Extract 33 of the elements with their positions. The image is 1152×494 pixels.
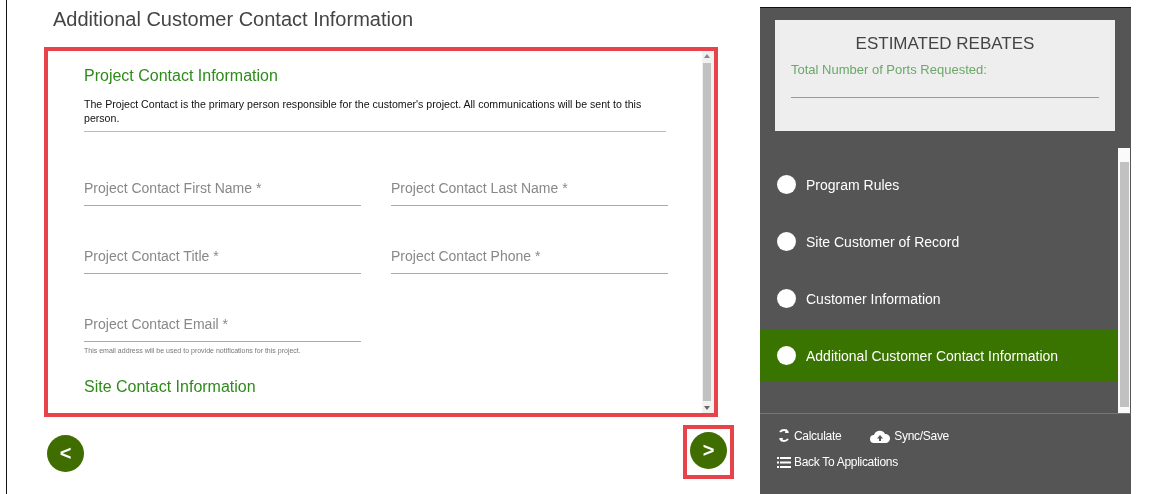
step-label: Site Customer of Record bbox=[806, 233, 960, 250]
ports-label: Total Number of Ports Requested: bbox=[791, 62, 1099, 98]
step-item[interactable]: Program Rules bbox=[760, 158, 1118, 211]
back-link[interactable]: Back To Applications bbox=[777, 455, 1131, 469]
step-label: Customer Information bbox=[806, 290, 941, 307]
text-field[interactable]: Project Contact Email * bbox=[84, 302, 361, 342]
step-item[interactable]: Site Customer of Record bbox=[760, 215, 1118, 268]
radio-icon bbox=[777, 175, 796, 194]
scrollbar[interactable] bbox=[1118, 148, 1130, 413]
step-label: Additional Customer Contact Information bbox=[806, 347, 1059, 364]
text-field[interactable]: Project Contact Last Name * bbox=[391, 166, 668, 206]
page-title: Additional Customer Contact Information bbox=[53, 8, 415, 32]
text-field[interactable]: Project Contact First Name * bbox=[84, 166, 361, 206]
step-item[interactable]: Customer Information bbox=[760, 272, 1118, 325]
section-heading: Project Contact Information bbox=[84, 67, 279, 85]
list-icon bbox=[777, 456, 791, 468]
radio-icon bbox=[777, 346, 796, 365]
radio-icon bbox=[777, 232, 796, 251]
text-field[interactable]: Project Contact Title * bbox=[84, 234, 361, 274]
calculate-button[interactable]: Calculate bbox=[777, 428, 842, 443]
back-button[interactable]: < bbox=[47, 435, 84, 472]
step-label: Program Rules bbox=[806, 176, 900, 193]
sync-button[interactable]: Sync/Save bbox=[869, 428, 949, 443]
section-heading: Site Contact Information bbox=[84, 378, 257, 396]
card-title: ESTIMATED REBATES bbox=[854, 34, 1036, 54]
refresh-icon bbox=[777, 428, 791, 443]
text-field[interactable]: Project Contact Phone * bbox=[391, 234, 668, 274]
step-item[interactable]: Additional Customer Contact Information bbox=[760, 329, 1118, 382]
next-button[interactable]: > bbox=[690, 432, 727, 469]
scrollbar[interactable] bbox=[702, 51, 714, 413]
section-description: The Project Contact is the primary person responsible for the customer's project. All communications will be sent to this person. bbox=[84, 97, 666, 132]
cloud-upload-icon bbox=[869, 428, 892, 443]
radio-icon bbox=[777, 289, 796, 308]
